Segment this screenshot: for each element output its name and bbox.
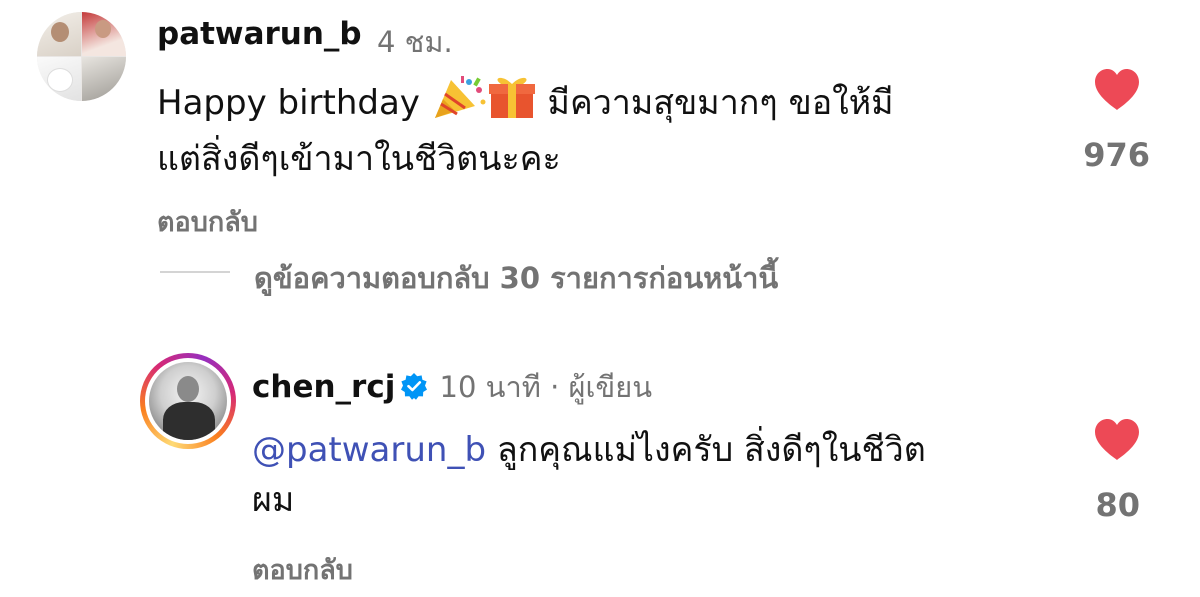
- avatar-dog: [47, 68, 73, 92]
- comment-timestamp: 10 นาที · ผู้เขียน: [439, 370, 653, 404]
- comment-body: Happy birthday มีความสุขมากๆ ขอให้มี แต่…: [157, 74, 1057, 184]
- avatar-face: [95, 20, 111, 38]
- comment-timestamp: 4 ชม.: [377, 25, 453, 59]
- comment-text: ลูกคุณแม่ไงครับ สิ่งดีๆในชีวิต: [486, 430, 926, 470]
- gift-icon: [487, 74, 537, 134]
- avatar-photo-4: [82, 57, 126, 101]
- view-previous-replies-button[interactable]: ดูข้อความตอบกลับ 30 รายการก่อนหน้านี้: [254, 255, 778, 301]
- avatar-body: [163, 402, 215, 440]
- reply-button[interactable]: ตอบกลับ: [157, 200, 258, 243]
- avatar-face: [51, 22, 69, 42]
- avatar-photo: [149, 362, 227, 440]
- party-popper-icon: [431, 74, 487, 134]
- divider-line: [160, 271, 230, 273]
- comment-body: @patwarun_b ลูกคุณแม่ไงครับ สิ่งดีๆในชีว…: [252, 425, 1072, 525]
- comment-text: มีความสุขมากๆ ขอให้มี: [536, 83, 894, 123]
- like-count: 976: [1083, 136, 1150, 174]
- like-count: 80: [1095, 486, 1140, 524]
- avatar-head: [177, 376, 199, 402]
- reply-button[interactable]: ตอบกลับ: [252, 548, 353, 591]
- verified-badge-icon: [401, 373, 428, 400]
- avatar-patwarun-b[interactable]: [37, 12, 126, 101]
- avatar-chen-rcj[interactable]: [140, 353, 236, 449]
- comment-text-line2: แต่สิ่งดีๆเข้ามาในชีวิตนะคะ: [157, 139, 561, 179]
- like-button[interactable]: [1093, 68, 1141, 116]
- heart-icon: [1095, 69, 1139, 110]
- comment-header: chen_rcj 10 นาที · ผู้เขียน: [252, 364, 652, 410]
- heart-icon: [1095, 419, 1139, 460]
- mention-link[interactable]: @patwarun_b: [252, 430, 486, 470]
- comment-username[interactable]: patwarun_b: [157, 16, 362, 52]
- comment-text: Happy birthday: [157, 83, 431, 123]
- like-button[interactable]: [1093, 418, 1141, 466]
- comment-username[interactable]: chen_rcj: [252, 369, 395, 405]
- comment-text-line2: ผม: [252, 480, 295, 520]
